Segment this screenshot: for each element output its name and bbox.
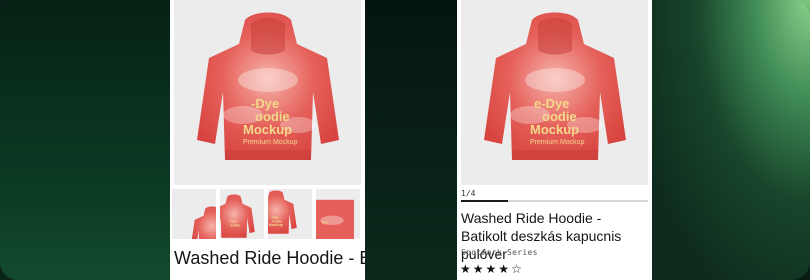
star-filled-icon: ★	[485, 262, 497, 276]
thumbnail-3[interactable]: -Dye oodie Mockup	[268, 189, 312, 239]
image-progress-fill	[461, 200, 508, 202]
brand-label: Spotmark Series	[461, 248, 538, 257]
hoodie-thumbnail-icon: -Dye oodie	[220, 194, 255, 238]
product-title: Washed Ride Hoodie - Batikolt deszkás ka…	[174, 248, 365, 268]
svg-text:oodie: oodie	[272, 219, 282, 223]
hoodie-thumbnail-icon: -Dye oodie Mockup	[268, 190, 297, 234]
hoodie-thumbnail-icon: Dye	[316, 199, 354, 239]
image-progress-bar	[461, 200, 648, 202]
hoodie-image: -Dye oodie Mockup Premium Mockup	[196, 12, 339, 160]
star-filled-icon: ★	[460, 262, 471, 276]
hoodie-image: e-Dye oodie Mockup Premium Mockup	[483, 12, 626, 160]
thumbnail-2[interactable]: -Dye oodie	[220, 189, 264, 239]
product-card-right: e-Dye oodie Mockup Premium Mockup 1/4 Wa…	[457, 0, 652, 280]
product-main-image[interactable]: e-Dye oodie Mockup Premium Mockup	[461, 0, 648, 185]
background-left	[0, 0, 170, 280]
hoodie-print-sub: Premium Mockup	[243, 139, 298, 146]
svg-text:-Dye: -Dye	[229, 220, 237, 224]
thumbnail-1[interactable]	[172, 189, 216, 239]
hoodie-print-sub: Premium Mockup	[530, 139, 585, 146]
svg-text:Dye: Dye	[322, 220, 329, 224]
svg-text:-Dye: -Dye	[271, 216, 279, 220]
product-card-left: -Dye oodie Mockup Premium Mockup -Dye oo…	[170, 0, 365, 280]
hoodie-thumbnail-icon	[191, 206, 216, 239]
thumbnail-4[interactable]: Dye	[316, 189, 360, 239]
background-right	[652, 0, 810, 280]
product-main-image[interactable]: -Dye oodie Mockup Premium Mockup	[174, 0, 361, 185]
star-filled-icon: ★	[498, 262, 510, 276]
svg-text:oodie: oodie	[230, 223, 240, 227]
thumbnail-strip: -Dye oodie -Dye oodie Mockup Dye	[172, 189, 360, 239]
hoodie-print-line-3: Mockup	[530, 122, 579, 137]
svg-text:Mockup: Mockup	[269, 223, 284, 227]
image-counter: 1/4	[461, 189, 476, 198]
star-empty-icon: ☆	[511, 262, 522, 276]
background-middle	[365, 0, 457, 280]
hoodie-print-line-3: Mockup	[243, 122, 292, 137]
star-filled-icon: ★	[472, 262, 484, 276]
rating-stars: ★ ★ ★ ★ ☆	[460, 263, 522, 275]
